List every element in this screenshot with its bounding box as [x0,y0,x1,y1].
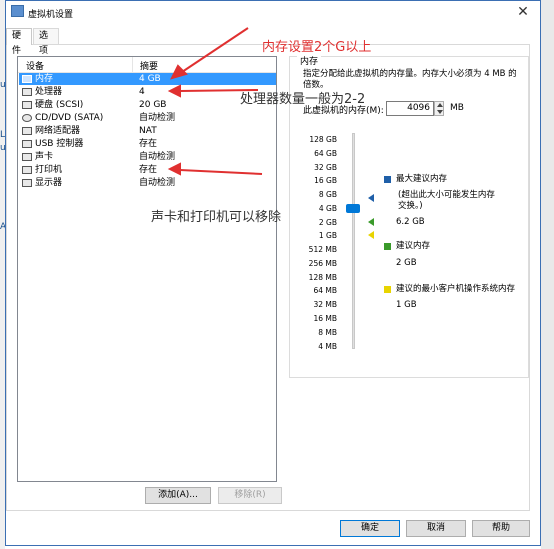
column-summary[interactable]: 摘要 [140,59,158,72]
scale-tick-label: 128 MB [308,273,337,282]
annotation-cpu: 处理器数量一般为2-2 [240,92,366,107]
scale-tick-label: 64 MB [313,286,337,295]
sound-icon [22,153,32,161]
memory-slider-track[interactable] [352,133,355,349]
device-list-header: 设备 摘要 [18,57,276,73]
hard-disk-icon [22,101,32,109]
memory-group-title: 内存 [297,54,322,67]
dialog-title: 虚拟机设置 [28,10,74,20]
usb-icon [22,140,32,148]
device-row-memory[interactable]: 内存 4 GB [19,73,276,85]
device-row-sound[interactable]: 声卡 自动检测 [19,151,276,163]
network-adapter-icon [22,127,32,135]
legend-max-note: (超出此大小可能发生内存交换。) [398,190,495,211]
device-row-network[interactable]: 网络适配器 NAT [19,125,276,137]
vm-app-icon [11,5,24,17]
scale-tick-label: 32 MB [313,300,337,309]
scale-tick-label: 2 GB [318,218,337,227]
remove-device-button[interactable]: 移除(R) [218,487,282,504]
device-row-hard-disk[interactable]: 硬盘 (SCSI) 20 GB [19,99,276,111]
legend-min-value: 1 GB [396,300,417,310]
cpu-icon [22,88,32,96]
scale-tick-label: 16 MB [313,314,337,323]
device-row-display[interactable]: 显示器 自动检测 [19,177,276,189]
legend-max-value: 6.2 GB [396,217,425,227]
column-device[interactable]: 设备 [26,59,44,72]
device-row-printer[interactable]: 打印机 存在 [19,164,276,176]
close-button[interactable]: ✕ [510,3,536,21]
device-list[interactable]: 设备 摘要 内存 4 GB 处理器 4 硬盘 (SCSI) 20 GB CD/D… [17,56,277,482]
scale-tick-label: 16 GB [314,176,337,185]
scale-tick-label: 256 MB [308,259,337,268]
legend-recommended-title: 建议内存 [396,241,431,251]
scale-tick-label: 128 GB [309,135,337,144]
memory-spinner[interactable] [434,101,444,116]
device-row-usb[interactable]: USB 控制器 存在 [19,138,276,150]
scale-tick-label: 1 GB [318,231,337,240]
legend-min-swatch [384,286,391,293]
legend-max-swatch [384,176,391,183]
device-row-cpu[interactable]: 处理器 4 [19,86,276,98]
help-button[interactable]: 帮助 [472,520,530,537]
scale-tick-label: 32 GB [314,163,337,172]
recommended-marker [368,218,374,226]
title-bar: 虚拟机设置 ✕ [6,1,540,23]
memory-slider-thumb[interactable] [346,204,360,213]
memory-icon [22,75,32,83]
scale-tick-label: 64 GB [314,149,337,158]
ok-button[interactable]: 确定 [340,520,400,537]
legend-recommended-swatch [384,243,391,250]
scale-tick-label: 4 GB [318,204,337,213]
add-device-button[interactable]: 添加(A)... [145,487,211,504]
legend-recommended-value: 2 GB [396,258,417,268]
legend-max-title: 最大建议内存 [396,174,448,184]
scale-tick-label: 8 MB [318,328,337,337]
annotation-remove: 声卡和打印机可以移除 [151,210,282,225]
memory-size-input[interactable]: 4096 [386,101,434,116]
max-recommended-marker [368,194,374,202]
printer-icon [22,166,32,174]
legend-min-title: 建议的最小客户机操作系统内存 [396,284,516,294]
scale-tick-label: 512 MB [308,245,337,254]
tab-hardware[interactable]: 硬件 [6,28,32,56]
device-row-cd-dvd[interactable]: CD/DVD (SATA) 自动检测 [19,112,276,124]
memory-unit: MB [450,103,464,113]
scale-tick-label: 4 MB [318,342,337,351]
cd-dvd-icon [22,114,32,122]
annotation-memory: 内存设置2个G以上 [262,40,372,55]
scale-tick-label: 8 GB [318,190,337,199]
monitor-icon [22,179,32,187]
min-recommended-marker [368,231,374,239]
background-window-edge [541,0,554,549]
cancel-button[interactable]: 取消 [406,520,466,537]
tab-options[interactable]: 选项 [33,28,59,56]
